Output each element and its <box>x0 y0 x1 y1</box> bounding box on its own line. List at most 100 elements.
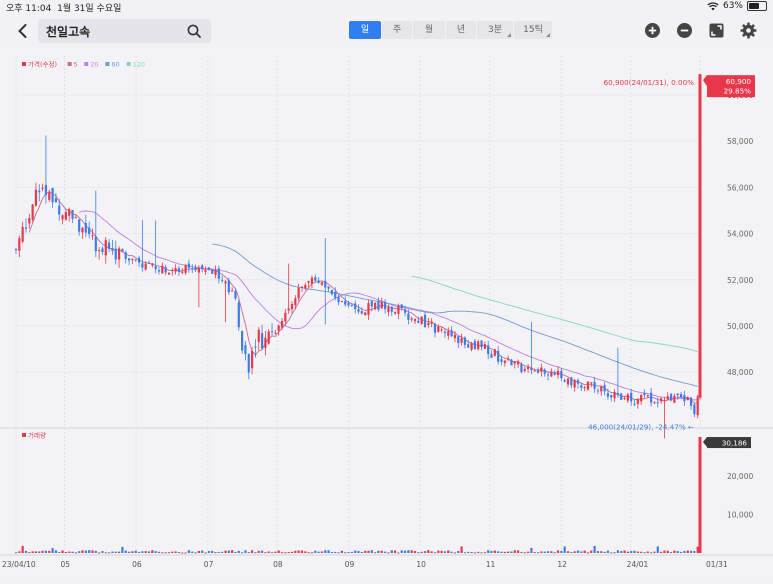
candle-body <box>543 369 546 374</box>
volume-bar <box>530 547 533 553</box>
volume-bar <box>526 551 530 553</box>
candle-body <box>247 354 250 373</box>
volume-bar <box>117 551 121 553</box>
candle-body <box>413 319 417 322</box>
volume-bar <box>330 552 334 554</box>
volume-bar <box>660 551 663 553</box>
candle-body <box>250 350 254 369</box>
volume-bar <box>74 552 77 554</box>
volume-bar <box>423 551 427 553</box>
tab-15tick[interactable]: 15틱 <box>514 21 552 39</box>
volume-bar <box>187 550 191 553</box>
candle-body <box>38 190 41 193</box>
volume-bar <box>108 552 111 554</box>
candle-body <box>606 393 610 397</box>
search-icon[interactable] <box>187 24 201 38</box>
volume-bar <box>28 552 31 554</box>
candle-body <box>91 235 94 237</box>
candle-body <box>480 340 483 347</box>
candle-body <box>144 263 147 270</box>
volume-bar <box>427 550 430 553</box>
candle-body <box>234 290 237 299</box>
candle-body <box>237 302 240 328</box>
candle-body <box>74 217 77 219</box>
candle-body <box>71 209 74 219</box>
volume-bar <box>580 551 583 553</box>
volume-bar <box>21 545 24 553</box>
candle-body <box>224 281 227 284</box>
candle-body <box>367 303 370 316</box>
tab-year[interactable]: 년 <box>446 21 476 39</box>
chart-background <box>0 48 773 580</box>
volume-bar <box>696 546 699 553</box>
candle-body <box>344 301 347 305</box>
volume-bar <box>111 551 114 553</box>
candle-body <box>134 259 137 261</box>
candle-body <box>117 248 121 260</box>
status-bar: 오후 11:04 1월 31일 수요일 63% <box>0 0 773 14</box>
volume-bar <box>556 550 560 553</box>
tab-week[interactable]: 주 <box>382 21 412 39</box>
back-icon[interactable] <box>14 22 32 40</box>
volume-bar <box>207 551 210 553</box>
candle-body <box>596 390 600 392</box>
volume-bar <box>101 551 104 553</box>
tab-month[interactable]: 월 <box>413 21 445 39</box>
candle-body <box>277 325 280 331</box>
candle-body <box>28 218 31 224</box>
volume-tick-label: 10,000 <box>727 511 753 520</box>
candle-body <box>260 333 264 349</box>
candle-body <box>676 393 679 396</box>
volume-bar <box>294 550 297 553</box>
volume-bar <box>463 552 467 554</box>
volume-bar <box>31 551 34 553</box>
candle-body <box>500 359 503 362</box>
volume-bar <box>453 552 457 554</box>
candle-body <box>580 385 583 388</box>
price-tick-label: 52,000 <box>727 276 753 285</box>
candle-body <box>21 226 24 242</box>
zoom-out-icon[interactable] <box>676 22 693 39</box>
candle-body <box>221 279 224 281</box>
candle-body <box>553 372 556 375</box>
stock-search-box[interactable]: 천일고속 <box>38 19 211 43</box>
volume-bar <box>307 552 310 554</box>
volume-bar <box>540 551 543 553</box>
volume-bar <box>653 551 656 553</box>
volume-bar <box>467 551 470 553</box>
candle-body <box>417 320 420 323</box>
candle-body <box>560 370 563 379</box>
volume-bar <box>14 552 18 554</box>
legend-swatch <box>22 433 26 437</box>
legend-swatch <box>126 62 131 66</box>
tab-3min[interactable]: 3분 <box>477 21 513 39</box>
x-tick-label: 01/31 <box>706 560 728 569</box>
gear-icon[interactable] <box>740 22 757 39</box>
candle-body <box>324 280 327 288</box>
candle-body <box>403 309 407 313</box>
volume-bar <box>507 551 510 553</box>
volume-bar <box>513 550 516 553</box>
x-tick-label: 11 <box>486 560 496 569</box>
volume-bar <box>593 545 596 553</box>
volume-bar <box>211 550 214 553</box>
fullscreen-icon[interactable] <box>708 22 725 39</box>
candle-body <box>121 248 124 252</box>
volume-bar <box>177 552 181 554</box>
zoom-in-icon[interactable] <box>644 22 661 39</box>
period-tabs: 일 주 월 년 3분 15틱 <box>349 21 552 39</box>
battery-percent: 63% <box>722 1 743 11</box>
volume-bar <box>290 551 294 553</box>
volume-bar <box>650 552 653 554</box>
chart-area[interactable]: 48,00050,00052,00054,00056,00058,00060,0… <box>0 48 773 580</box>
x-tick-label: 07 <box>204 560 214 569</box>
candle-body <box>443 331 447 333</box>
volume-bar <box>221 551 224 553</box>
tab-day[interactable]: 일 <box>349 21 381 39</box>
candle-body <box>137 257 141 263</box>
stock-chart[interactable]: 48,00050,00052,00054,00056,00058,00060,0… <box>0 48 773 580</box>
volume-bar <box>364 550 367 553</box>
candle-body <box>523 369 526 371</box>
volume-bar <box>523 552 526 554</box>
candle-body <box>696 396 699 416</box>
